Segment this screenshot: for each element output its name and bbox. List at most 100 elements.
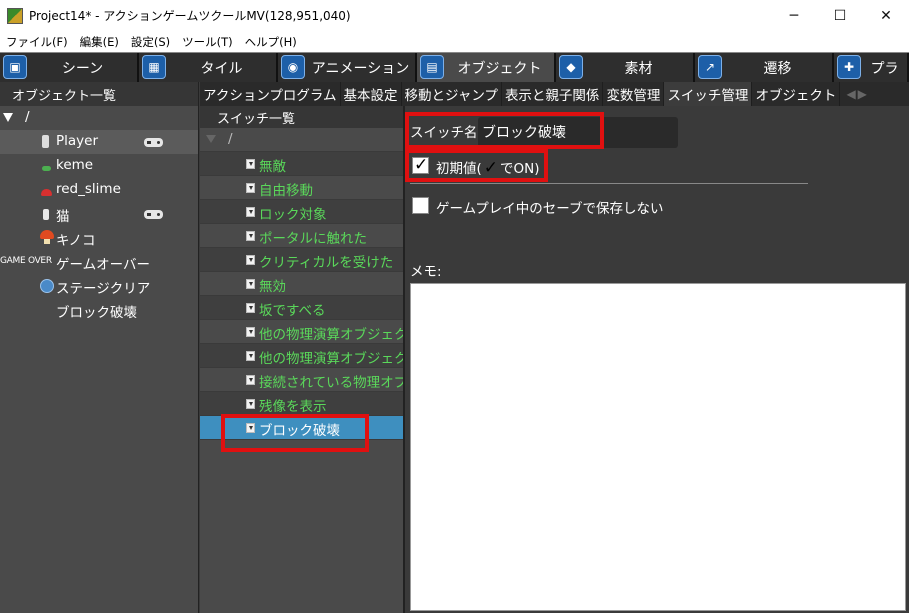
switch-detail-panel: スイッチ名: ブロック破壊 ✓ 初期値(✓ でON) ゲームプレイ中のセーブで保存… xyxy=(407,106,909,613)
animation-icon: ◉ xyxy=(281,55,305,79)
sub-tab-bar: アクションプログラム 基本設定 移動とジャンプ 表示と親子関係 変数管理 スイッ… xyxy=(200,82,909,106)
cat-icon xyxy=(43,209,49,220)
switch-icon xyxy=(246,255,255,265)
menu-settings[interactable]: 設定(S) xyxy=(125,34,176,50)
switch-label: 坂ですべる xyxy=(259,303,326,319)
title-bar: Project14* - アクションゲームツクールMV(128,951,040)… xyxy=(0,0,909,31)
switch-item[interactable]: 坂ですべる xyxy=(200,296,403,320)
tab-plugin[interactable]: ✚ プラ xyxy=(834,53,909,82)
tab-animation[interactable]: ◉ アニメーション xyxy=(278,53,417,82)
switch-root[interactable]: / xyxy=(200,128,403,152)
player-icon xyxy=(42,135,49,148)
switch-label: 無効 xyxy=(259,279,286,295)
plugin-icon: ✚ xyxy=(837,55,861,79)
material-icon: ◆ xyxy=(559,55,583,79)
switch-item[interactable]: クリティカルを受けた xyxy=(200,248,403,272)
object-item-red-slime[interactable]: red_slime xyxy=(0,178,198,202)
object-label: 猫 xyxy=(56,209,70,225)
switch-label: 自由移動 xyxy=(259,183,313,199)
switch-item[interactable]: ポータルに触れた xyxy=(200,224,403,248)
scroll-right-icon[interactable]: ▶ xyxy=(858,87,867,101)
switch-icon xyxy=(246,207,255,217)
menu-file[interactable]: ファイル(F) xyxy=(0,34,74,50)
object-item-keme[interactable]: keme xyxy=(0,154,198,178)
tab-tile[interactable]: ▦ タイル xyxy=(139,53,278,82)
switch-item[interactable]: 他の物理演算オブジェク xyxy=(200,344,403,368)
switch-icon xyxy=(246,183,255,193)
expand-triangle-icon[interactable] xyxy=(3,113,13,122)
subtab-move-jump[interactable]: 移動とジャンプ xyxy=(402,82,502,106)
menu-edit[interactable]: 編集(E) xyxy=(74,34,125,50)
highlight-box-initial xyxy=(405,149,548,182)
separator xyxy=(410,183,808,184)
switch-item[interactable]: 接続されている物理オブ xyxy=(200,368,403,392)
object-label: ステージクリア xyxy=(56,281,151,297)
switch-icon xyxy=(246,375,255,385)
slime-icon xyxy=(41,189,52,196)
switch-label: ポータルに触れた xyxy=(259,231,367,247)
subtab-basic-settings[interactable]: 基本設定 xyxy=(341,82,402,106)
switch-item[interactable]: 自由移動 xyxy=(200,176,403,200)
window-title: Project14* - アクションゲームツクールMV(128,951,040) xyxy=(29,9,351,23)
memo-textarea[interactable] xyxy=(410,283,906,611)
switch-list-header: スイッチ一覧 xyxy=(200,106,403,128)
object-item-mushroom[interactable]: キノコ xyxy=(0,226,198,250)
switch-label: ロック対象 xyxy=(259,207,327,223)
switch-item[interactable]: 他の物理演算オブジェク xyxy=(200,320,403,344)
object-icon: ▤ xyxy=(420,55,444,79)
object-label: red_slime xyxy=(56,181,121,197)
root-label: / xyxy=(228,131,233,147)
menu-help[interactable]: ヘルプ(H) xyxy=(239,34,303,50)
highlight-box-name xyxy=(405,112,604,149)
switch-label: 他の物理演算オブジェク xyxy=(259,351,405,367)
switch-label: 他の物理演算オブジェク xyxy=(259,327,405,343)
tab-scene[interactable]: ▣ シーン xyxy=(0,53,139,82)
switch-item[interactable]: ロック対象 xyxy=(200,200,403,224)
app-icon xyxy=(7,7,23,24)
switch-item[interactable]: 無効 xyxy=(200,272,403,296)
tile-icon: ▦ xyxy=(142,55,166,79)
nosave-label: ゲームプレイ中のセーブで保存しない xyxy=(436,201,664,217)
expand-triangle-icon[interactable] xyxy=(206,135,216,143)
transition-icon: ↗ xyxy=(698,55,722,79)
switch-icon xyxy=(246,399,255,409)
nosave-checkbox[interactable] xyxy=(412,197,429,214)
minimize-button[interactable]: ─ xyxy=(771,0,817,31)
scroll-left-icon[interactable]: ◀ xyxy=(846,87,855,101)
switch-item[interactable]: 無敵 xyxy=(200,152,403,176)
tree-root[interactable]: / xyxy=(0,106,198,130)
tab-object[interactable]: ▤ オブジェクト xyxy=(417,53,556,82)
switch-list-panel: スイッチ一覧 / 無敵 自由移動 ロック対象 ポータルに触れた クリティカルを受… xyxy=(200,106,405,613)
object-item-cat[interactable]: 猫 xyxy=(0,202,198,226)
tab-transition[interactable]: ↗ 遷移 xyxy=(695,53,834,82)
object-item-block-break[interactable]: ブロック破壊 xyxy=(0,298,198,322)
switch-icon xyxy=(246,159,255,169)
object-label: keme xyxy=(56,157,94,173)
object-item-gameover[interactable]: GAME OVER ゲームオーバー xyxy=(0,250,198,274)
tab-material[interactable]: ◆ 素材 xyxy=(556,53,695,82)
close-button[interactable]: ✕ xyxy=(863,0,909,31)
subtab-variables[interactable]: 変数管理 xyxy=(603,82,665,106)
mushroom-icon xyxy=(40,230,54,239)
gamepad-icon xyxy=(144,138,163,147)
switch-icon xyxy=(246,351,255,361)
subtab-action-program[interactable]: アクションプログラム xyxy=(200,82,341,106)
subtab-display-parent[interactable]: 表示と親子関係 xyxy=(502,82,604,106)
switch-item[interactable]: 残像を表示 xyxy=(200,392,403,416)
maximize-button[interactable]: ☐ xyxy=(817,0,863,31)
switch-icon xyxy=(246,231,255,241)
menu-bar: ファイル(F) 編集(E) 設定(S) ツール(T) ヘルプ(H) xyxy=(0,31,909,52)
menu-tools[interactable]: ツール(T) xyxy=(176,34,239,50)
keme-icon xyxy=(42,166,51,171)
object-item-player[interactable]: Player xyxy=(0,130,198,154)
object-item-stageclear[interactable]: ステージクリア xyxy=(0,274,198,298)
app-window: Project14* - アクションゲームツクールMV(128,951,040)… xyxy=(0,0,909,613)
subtab-object[interactable]: オブジェクト xyxy=(752,82,841,106)
switch-label: 接続されている物理オブ xyxy=(259,375,405,391)
gamepad-icon xyxy=(144,210,163,219)
object-label: ゲームオーバー xyxy=(56,257,150,273)
object-list-header: オブジェクト一覧 xyxy=(0,82,198,106)
scene-icon: ▣ xyxy=(3,55,27,79)
subtab-switches[interactable]: スイッチ管理 xyxy=(664,82,753,106)
switch-label: 残像を表示 xyxy=(259,399,327,415)
